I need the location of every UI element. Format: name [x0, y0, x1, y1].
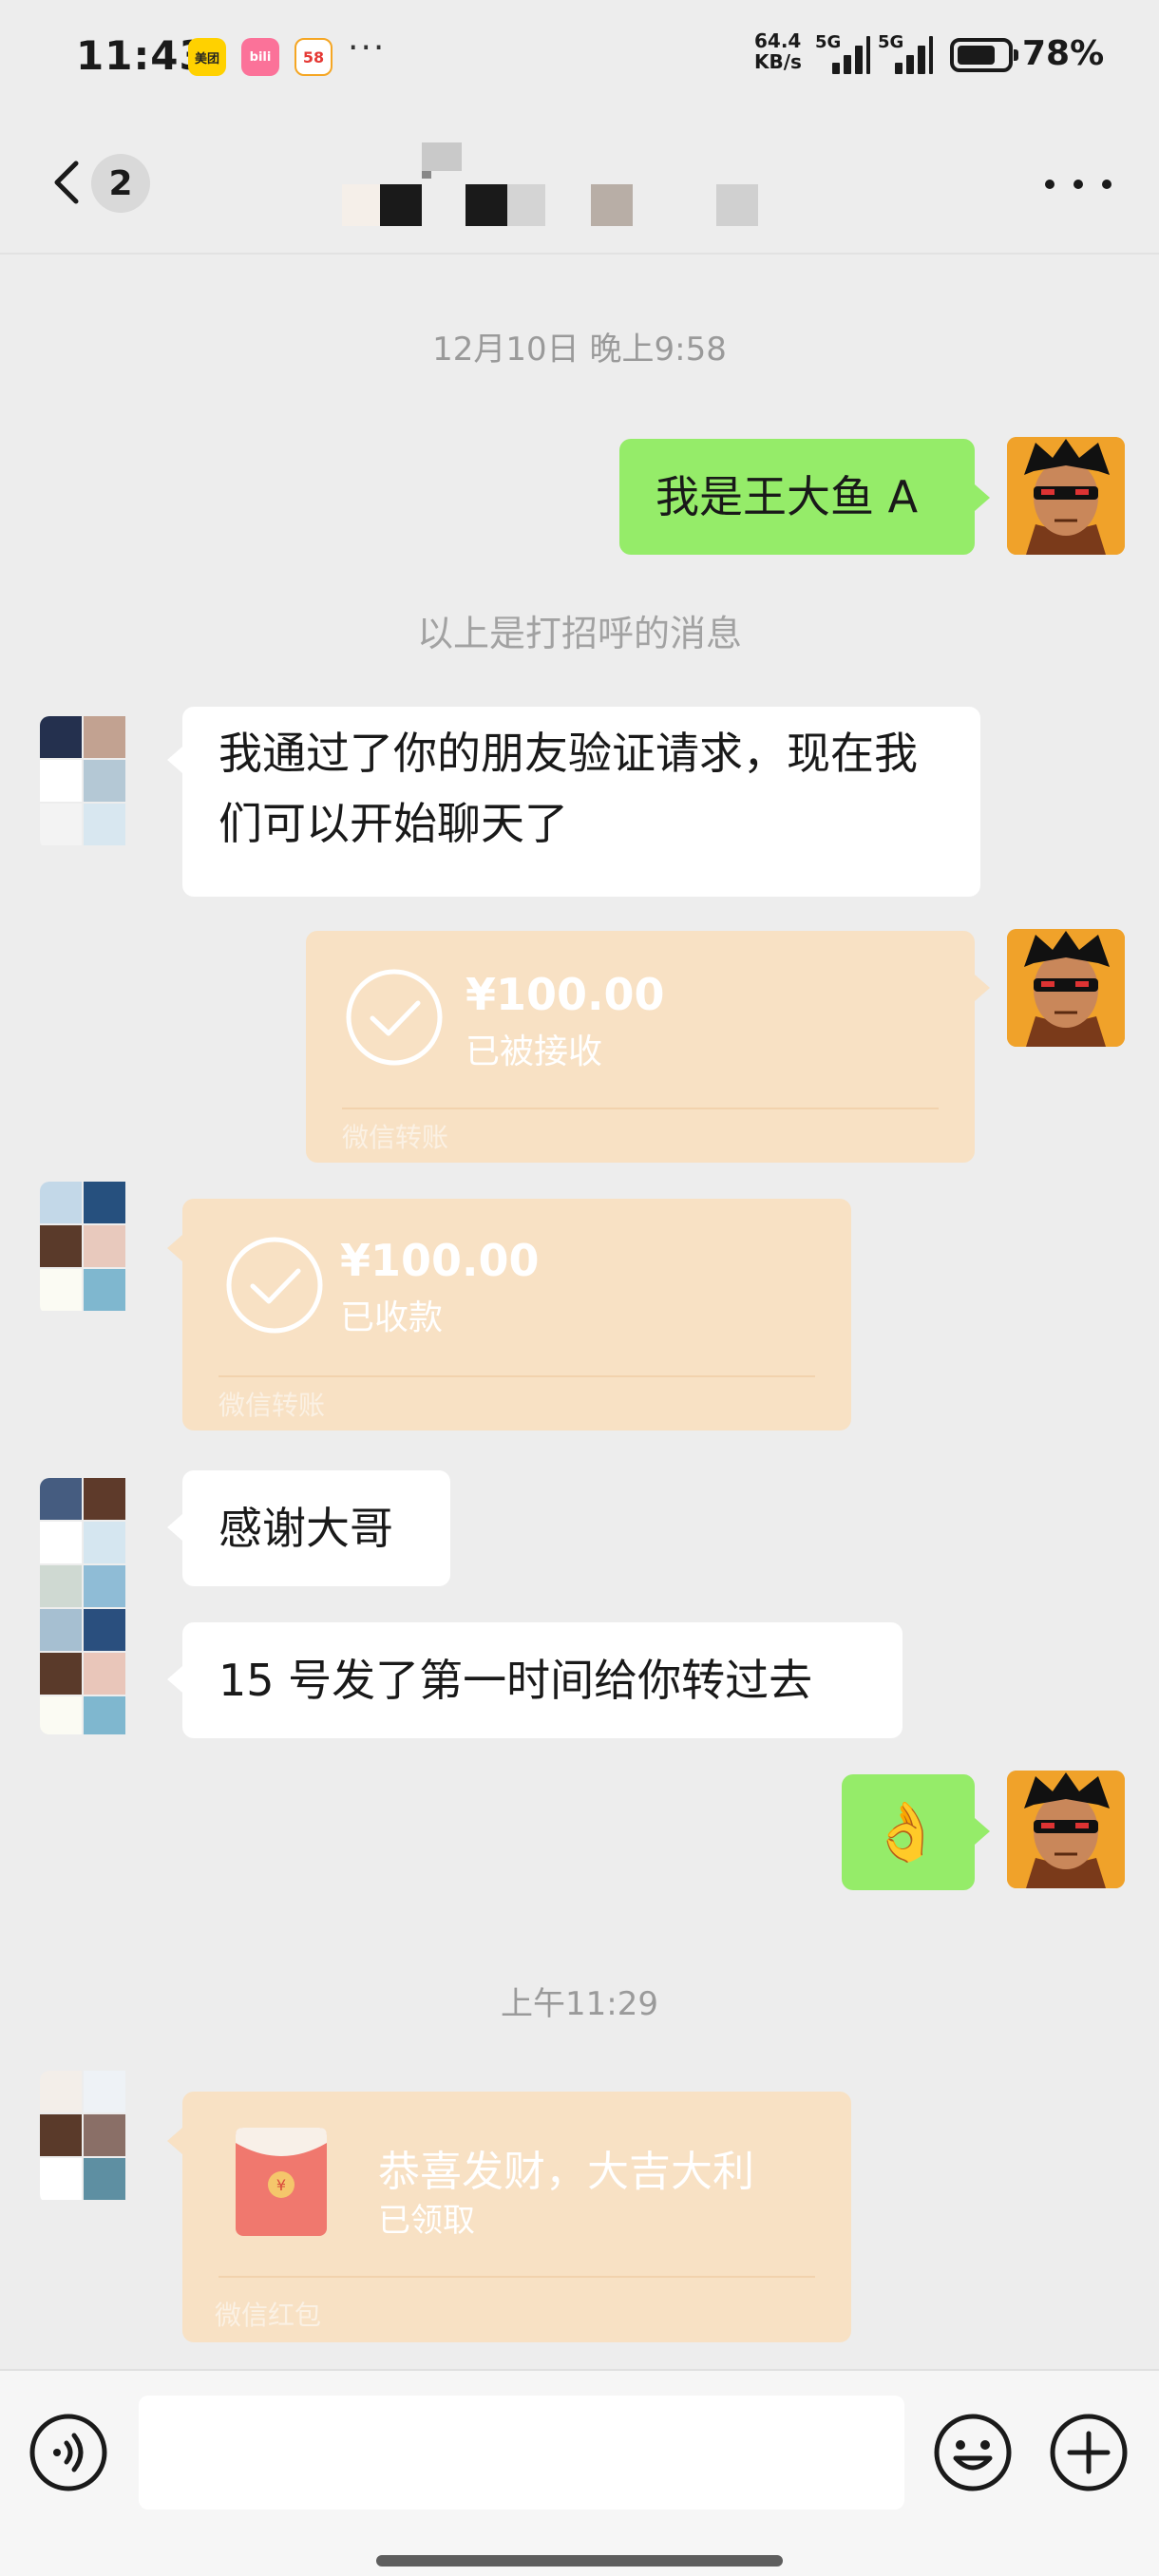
message-timestamp: 上午11:29	[501, 1985, 658, 2023]
home-indicator[interactable]	[376, 2555, 783, 2567]
red-packet-icon: ¥	[234, 2124, 329, 2238]
transfer-footer: 微信转账	[218, 1390, 326, 1421]
red-packet-card[interactable]: ¥ 恭喜发财，大吉大利 已领取 微信红包	[182, 2092, 851, 2342]
message-bubble-them[interactable]: 我通过了你的朋友验证请求，现在我们可以开始聊天了	[182, 707, 980, 897]
message-input[interactable]	[139, 2396, 904, 2510]
network-speed-value: 64.4	[754, 29, 802, 52]
avatar[interactable]	[40, 2071, 135, 2204]
chat-header: 2	[0, 112, 1159, 255]
plus-icon	[1050, 2414, 1128, 2491]
transfer-status: 已收款	[340, 1298, 444, 1337]
avatar[interactable]	[40, 716, 135, 849]
network-speed-unit: KB/s	[754, 50, 802, 73]
check-circle-icon	[224, 1235, 325, 1335]
message-bubble-them[interactable]: 15 号发了第一时间给你转过去	[182, 1622, 902, 1738]
transfer-card-sent[interactable]: ¥100.00 已被接收 微信转账	[306, 931, 975, 1163]
avatar[interactable]	[1007, 1771, 1125, 1888]
message-bubble-them[interactable]: 感谢大哥	[182, 1470, 450, 1586]
signal-label: 5G	[878, 32, 904, 52]
transfer-status: 已被接收	[466, 1032, 603, 1071]
message-timestamp: 12月10日 晚上9:58	[432, 331, 727, 369]
user-avatar-icon	[1007, 1771, 1125, 1888]
chat-info-button[interactable]	[1045, 175, 1112, 194]
status-bar: 11:43 美团 bili 58 ··· 64.4 KB/s 5G 5G 78%	[0, 0, 1159, 112]
avatar[interactable]	[40, 1182, 135, 1315]
signal-label: 5G	[815, 32, 842, 52]
avatar[interactable]	[40, 1478, 135, 1734]
check-circle-icon	[344, 967, 445, 1068]
more-functions-button[interactable]	[1049, 2413, 1129, 2492]
transfer-footer: 微信转账	[342, 1122, 449, 1153]
58-app-icon: 58	[294, 38, 332, 76]
chevron-left-icon	[54, 161, 79, 204]
message-bubble-me[interactable]: 我是王大鱼 A	[619, 439, 975, 555]
more-notifications-indicator: ···	[348, 28, 387, 67]
emoji-button[interactable]	[933, 2413, 1013, 2492]
voice-button[interactable]	[28, 2413, 108, 2492]
user-avatar-icon	[1007, 437, 1125, 555]
emoji-icon	[934, 2414, 1012, 2491]
battery-percent: 78%	[1022, 34, 1105, 73]
transfer-amount: ¥100.00	[340, 1235, 540, 1286]
contact-name-pixelated	[323, 141, 779, 226]
signal-icon: 5G	[815, 32, 870, 74]
battery-icon	[950, 38, 1018, 72]
user-avatar-icon	[1007, 929, 1125, 1047]
network-speed: 64.4 KB/s	[754, 30, 802, 72]
red-packet-status: 已领取	[378, 2202, 475, 2240]
system-notice: 以上是打招呼的消息	[416, 613, 742, 654]
signal-icon: 5G	[878, 32, 933, 74]
voice-icon	[29, 2414, 107, 2491]
transfer-amount: ¥100.00	[466, 969, 665, 1020]
bilibili-app-icon: bili	[241, 38, 279, 76]
more-dots-icon	[1045, 180, 1054, 189]
red-packet-footer: 微信红包	[215, 2300, 322, 2331]
avatar[interactable]	[1007, 437, 1125, 555]
input-bar	[0, 2369, 1159, 2576]
back-button[interactable]	[42, 154, 99, 211]
transfer-card-received[interactable]: ¥100.00 已收款 微信转账	[182, 1199, 851, 1430]
meituan-app-icon: 美团	[188, 38, 226, 76]
unread-count-badge[interactable]: 2	[91, 154, 150, 213]
message-bubble-me[interactable]: 👌	[842, 1774, 975, 1890]
red-packet-greeting: 恭喜发财，大吉大利	[378, 2148, 754, 2196]
avatar[interactable]	[1007, 929, 1125, 1047]
svg-text:¥: ¥	[276, 2176, 286, 2194]
